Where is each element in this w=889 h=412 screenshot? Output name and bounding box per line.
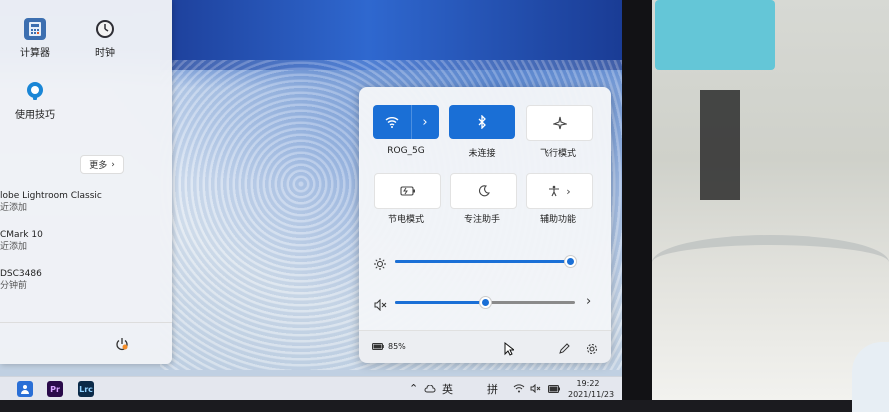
background-blue-card (655, 0, 775, 70)
brightness-thumb[interactable] (565, 256, 576, 267)
taskbar-clock[interactable]: 19:22 2021/11/23 (568, 378, 615, 400)
mute-icon[interactable] (374, 296, 387, 315)
bluetooth-icon (478, 115, 486, 129)
settings-gear-icon[interactable] (586, 340, 598, 359)
user-app-icon[interactable] (17, 381, 33, 397)
wifi-tile[interactable]: › (373, 105, 439, 139)
start-footer (0, 322, 172, 323)
clock-icon (94, 18, 116, 40)
clock-date: 2021/11/23 (568, 390, 615, 399)
recent-title: lobe Lightroom Classic (0, 191, 102, 201)
battery-saver-tile[interactable] (374, 173, 441, 209)
tray-overflow-chevron-icon[interactable]: ⌃ (409, 382, 418, 395)
volume-slider[interactable] (395, 297, 575, 308)
battery-saver-icon (399, 186, 415, 196)
wifi-tray-icon[interactable] (513, 383, 525, 396)
app-label: 时钟 (95, 48, 115, 59)
airplane-icon (552, 116, 567, 130)
tile-label: ROG_5G (387, 146, 425, 156)
cloud-icon[interactable] (424, 383, 436, 396)
audio-output-chevron-icon[interactable]: › (586, 294, 591, 309)
brightness-fill (395, 260, 570, 263)
sun-icon (374, 255, 386, 274)
recent-title: CMark 10 (0, 230, 43, 240)
accessibility-tile[interactable]: › (526, 173, 593, 209)
volume-muted-tray-icon[interactable] (530, 383, 542, 396)
battery-status[interactable]: 85% (372, 342, 406, 351)
battery-icon (372, 343, 384, 350)
calculator-icon (24, 18, 46, 40)
tile-label: 节电模式 (387, 215, 424, 225)
pinned-app-calculator[interactable]: 计算器 (0, 18, 70, 59)
recent-sub: 分钟前 (0, 281, 28, 291)
accessibility-icon (549, 185, 560, 197)
recent-item[interactable]: lobe Lightroom Classic 近添加 (0, 190, 102, 214)
app-label: 使用技巧 (15, 110, 55, 121)
battery-percent: 85% (388, 342, 406, 351)
premiere-icon[interactable]: Pr (47, 381, 63, 397)
pinned-app-clock[interactable]: 时钟 (70, 18, 140, 59)
background-object (852, 342, 889, 412)
tips-icon (24, 80, 46, 102)
tile-label: 飞行模式 (539, 149, 576, 159)
recent-sub: 近添加 (0, 242, 28, 252)
background-circuit-board (700, 90, 740, 200)
tile-label: 未连接 (468, 149, 496, 159)
background-blurred-print (760, 80, 886, 220)
mouse-cursor-icon (504, 341, 516, 360)
brightness-slider[interactable] (395, 256, 576, 267)
airplane-mode-tile[interactable] (526, 105, 593, 141)
monitor-bezel (622, 0, 652, 400)
quick-settings-panel: › ROG_5G 未连接 飞行模式 节电模式 专注助手 › 辅助功能 › 85% (359, 87, 611, 363)
moon-icon (478, 185, 490, 197)
focus-assist-tile[interactable] (450, 173, 517, 209)
quick-settings-footer: 85% (359, 330, 611, 363)
bluetooth-tile[interactable] (449, 105, 515, 139)
desktop-screen: 计算器 时钟 使用技巧 更多 › lobe Lightroom Classic … (0, 0, 622, 400)
taskbar: Pr Lrc ⌃ 英 拼 19:22 2021/11/23 (0, 376, 622, 400)
pinned-app-tips[interactable]: 使用技巧 (0, 80, 70, 121)
edit-pencil-icon[interactable] (558, 340, 570, 359)
wifi-icon (373, 105, 412, 139)
volume-fill (395, 301, 485, 304)
tile-label: 专注助手 (463, 215, 500, 225)
battery-tray-icon[interactable] (548, 383, 561, 396)
recent-sub: 近添加 (0, 203, 28, 213)
start-menu: 计算器 时钟 使用技巧 更多 › lobe Lightroom Classic … (0, 0, 172, 364)
lightroom-icon[interactable]: Lrc (78, 381, 94, 397)
recent-item[interactable]: DSC3486 分钟前 (0, 268, 42, 292)
ime-pinyin-indicator[interactable]: 拼 (487, 381, 498, 397)
wifi-expand-chevron-icon[interactable]: › (411, 105, 439, 139)
clock-time: 19:22 (576, 379, 600, 388)
power-icon[interactable] (115, 336, 129, 351)
app-label: 计算器 (20, 48, 50, 59)
ime-mode-indicator[interactable]: 英 (442, 381, 453, 397)
tile-label: 辅助功能 (539, 215, 576, 225)
background-cable (652, 235, 889, 290)
chevron-right-icon: › (566, 184, 571, 198)
volume-thumb[interactable] (480, 297, 491, 308)
recent-title: DSC3486 (0, 269, 42, 279)
chevron-right-icon: › (111, 159, 115, 170)
recent-item[interactable]: CMark 10 近添加 (0, 229, 43, 253)
more-button[interactable]: 更多 › (80, 155, 124, 174)
more-label: 更多 (89, 161, 108, 171)
